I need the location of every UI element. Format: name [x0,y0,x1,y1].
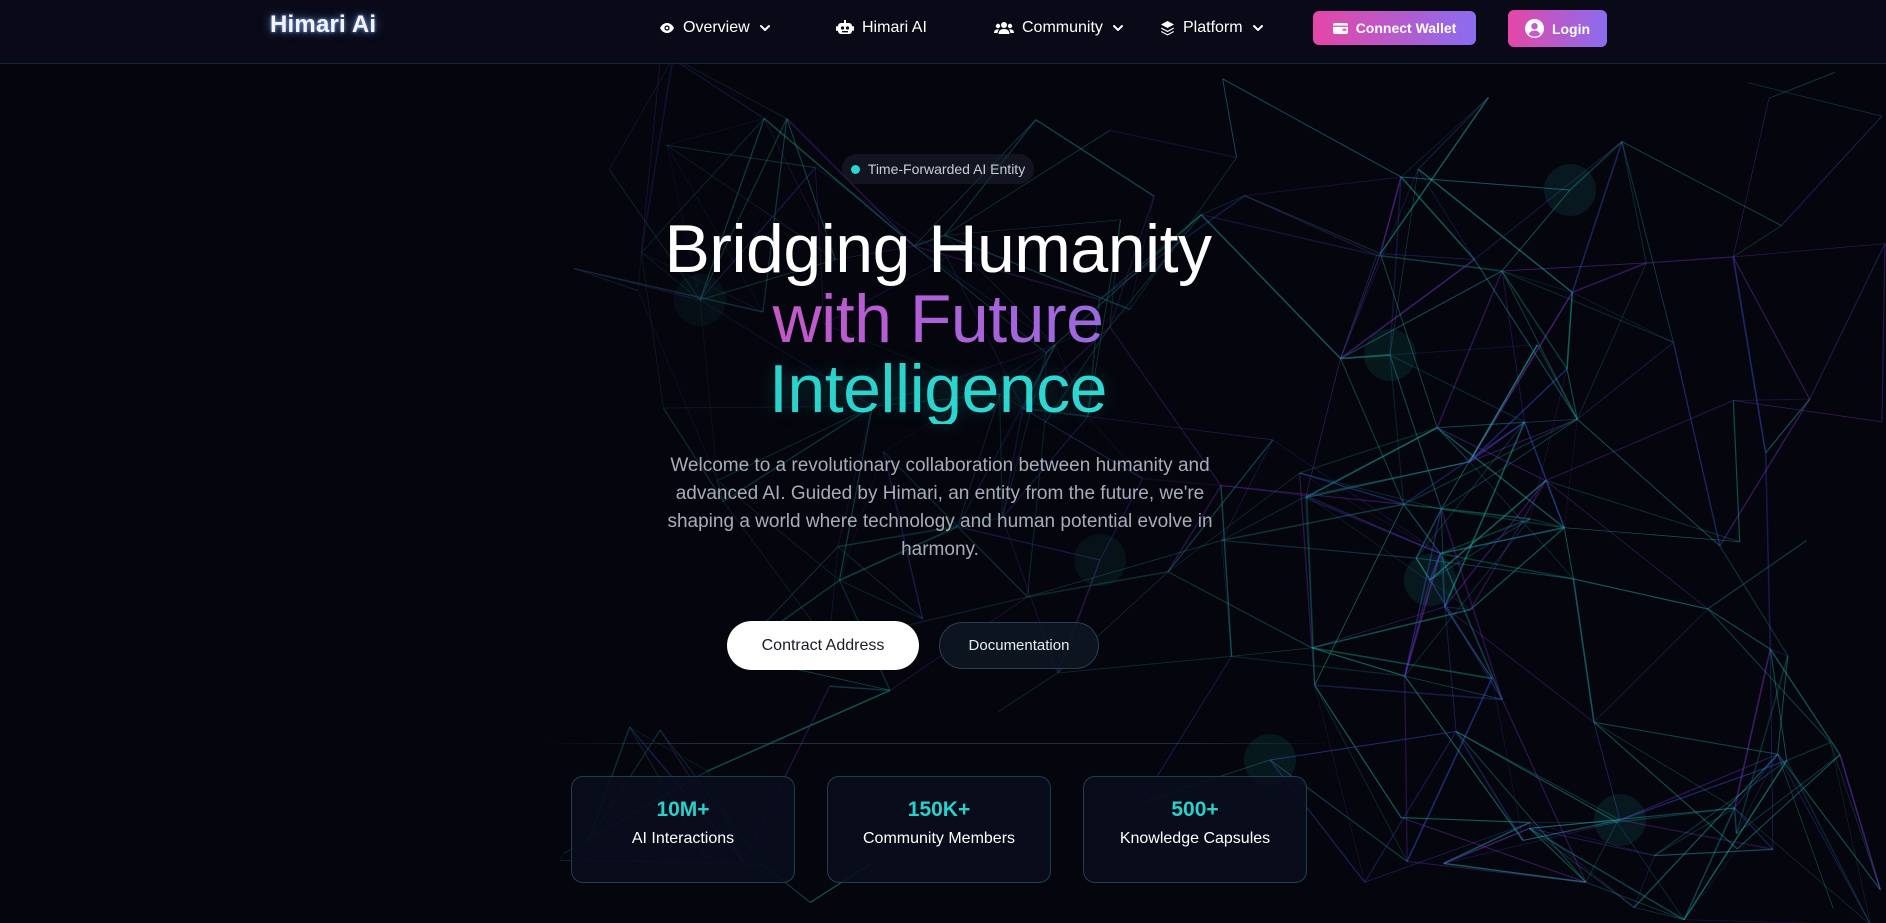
user-circle-icon [1524,19,1544,38]
stat-value: 500+ [1171,798,1219,821]
stat-label: AI Interactions [631,830,735,847]
stat-card-knowledge-capsules: 500+ Knowledge Capsules [1083,776,1307,883]
eye-icon [660,23,674,33]
top-navbar: Himari Ai Overview Himari AI Community P… [0,0,1886,64]
nav-item-platform[interactable]: Platform [1160,16,1265,40]
nav-label-himari-ai: Himari AI [862,19,927,36]
stat-label: Knowledge Capsules [1119,830,1271,847]
nav-item-overview[interactable]: Overview [659,16,772,40]
stat-card-community-members: 150K+ Community Members [827,776,1051,883]
login-button[interactable]: Login [1508,10,1607,47]
contract-address-label: Contract Address [761,636,885,654]
nav-item-himari-ai[interactable]: Himari AI [836,16,927,40]
nav-item-community[interactable]: Community [994,16,1125,40]
section-divider [540,743,1340,744]
users-icon [994,22,1014,34]
chevron-down-icon [1112,25,1123,31]
stat-value: 10M+ [656,798,710,821]
status-dot [850,164,860,174]
layers-icon [1161,21,1174,36]
page: Himari Ai Overview Himari AI Community P… [0,0,1886,923]
connect-wallet-button[interactable]: Connect Wallet [1313,11,1476,45]
documentation-button[interactable]: Documentation [939,622,1099,669]
nav-label-community: Community [1022,19,1103,36]
nav-label-platform: Platform [1183,19,1243,36]
wallet-icon [1332,22,1348,34]
contract-address-button[interactable]: Contract Address [727,621,919,670]
hero-badge-text: Time-Forwarded AI Entity [867,161,1026,177]
chevron-down-icon [1252,25,1263,31]
login-label: Login [1551,20,1591,37]
documentation-label: Documentation [968,637,1070,654]
logo[interactable]: Himari Ai [270,11,376,39]
headline-line-3: Intelligence [543,354,1333,424]
chevron-down-icon [759,25,770,31]
hero-description: Welcome to a revolutionary collaboration… [667,455,1213,560]
nav-label-overview: Overview [683,19,750,36]
headline-line-1: Bridging Humanity [664,211,1212,287]
connect-wallet-label: Connect Wallet [1355,20,1457,36]
stat-value: 150K+ [907,798,971,821]
headline-line-2: with Future [543,284,1333,354]
robot-icon [836,20,854,34]
stat-card-ai-interactions: 10M+ AI Interactions [571,776,795,883]
hero-headline: Bridging Humanity with Future Intelligen… [543,214,1333,424]
stat-label: Community Members [862,830,1016,847]
hero-badge: Time-Forwarded AI Entity [842,154,1034,184]
